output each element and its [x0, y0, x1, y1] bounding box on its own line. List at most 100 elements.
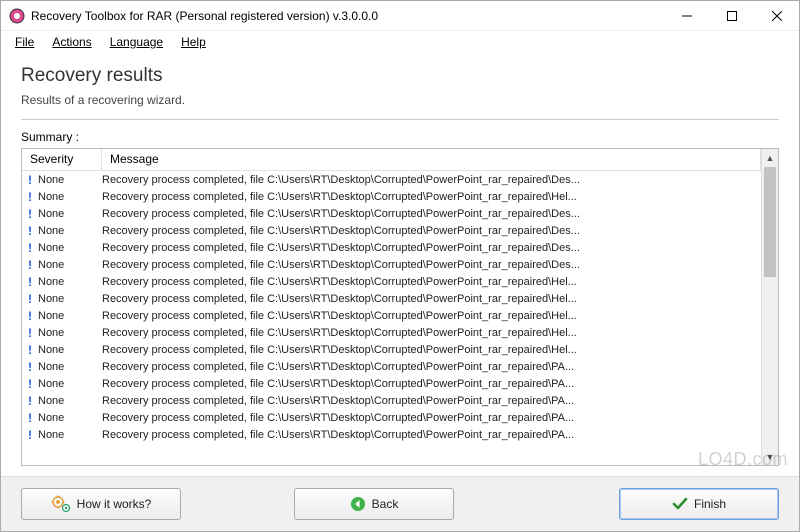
info-icon: !: [28, 258, 32, 272]
back-button[interactable]: Back: [294, 488, 454, 520]
severity-text: None: [38, 378, 64, 390]
message-cell: Recovery process completed, file C:\User…: [102, 225, 761, 237]
table-row[interactable]: ! None Recovery process completed, file C:…: [22, 171, 761, 188]
info-icon: !: [28, 207, 32, 221]
table-row[interactable]: ! None Recovery process completed, file C:…: [22, 375, 761, 392]
scroll-up-arrow[interactable]: ▲: [762, 149, 778, 166]
table-row[interactable]: !NoneRecovery process completed, file C:…: [22, 358, 761, 375]
divider: [21, 119, 779, 120]
info-icon: !: [28, 292, 32, 306]
severity-text: None: [38, 242, 64, 254]
severity-text: None: [38, 225, 64, 237]
check-icon: [672, 496, 688, 512]
severity-cell: ! None: [22, 190, 102, 204]
table-header: Severity Message: [22, 149, 761, 171]
menu-language[interactable]: Language: [102, 33, 171, 51]
severity-cell: !None: [22, 292, 102, 306]
button-bar: How it works? Back Finish: [1, 476, 799, 531]
table-row[interactable]: ! None Recovery process completed, file C:…: [22, 188, 761, 205]
results-table: Severity Message ! None Recovery process c…: [21, 148, 779, 466]
menu-file[interactable]: File: [7, 33, 42, 51]
message-cell: Recovery process completed, file C:\User…: [102, 259, 761, 271]
menu-help[interactable]: Help: [173, 33, 214, 51]
table-row[interactable]: !NoneRecovery process completed, file C:…: [22, 307, 761, 324]
severity-cell: !None: [22, 360, 102, 374]
message-cell: Recovery process completed, file C:\User…: [102, 378, 761, 390]
menu-actions[interactable]: Actions: [44, 33, 99, 51]
info-icon: !: [28, 394, 32, 408]
message-cell: Recovery process completed, file C:\User…: [102, 293, 761, 305]
column-severity[interactable]: Severity: [22, 149, 102, 170]
scroll-down-arrow[interactable]: ▼: [762, 448, 778, 465]
message-cell: Recovery process completed, file C:\User…: [102, 208, 761, 220]
severity-cell: ! None: [22, 343, 102, 357]
severity-text: None: [38, 259, 64, 271]
info-icon: !: [28, 241, 32, 255]
back-arrow-icon: [350, 496, 366, 512]
how-it-works-button[interactable]: How it works?: [21, 488, 181, 520]
message-cell: Recovery process completed, file C:\User…: [102, 395, 761, 407]
page-subtitle: Results of a recovering wizard.: [21, 93, 779, 107]
info-icon: !: [28, 411, 32, 425]
severity-text: None: [38, 395, 64, 407]
severity-cell: ! None: [22, 275, 102, 289]
table-row[interactable]: ! None Recovery process completed, file C:…: [22, 273, 761, 290]
window-frame: Recovery Toolbox for RAR (Personal regis…: [0, 0, 800, 532]
maximize-button[interactable]: [709, 1, 754, 30]
window-controls: [664, 1, 799, 30]
severity-text: None: [38, 412, 64, 424]
severity-text: None: [38, 276, 64, 288]
vertical-scrollbar[interactable]: ▲ ▼: [761, 149, 778, 465]
titlebar[interactable]: Recovery Toolbox for RAR (Personal regis…: [1, 1, 799, 31]
summary-label: Summary :: [21, 130, 779, 144]
close-button[interactable]: [754, 1, 799, 30]
table-row[interactable]: ! None Recovery process completed, file C:…: [22, 341, 761, 358]
table-row[interactable]: ! None Recovery process completed, file C:…: [22, 239, 761, 256]
message-cell: Recovery process completed, file C:\User…: [102, 361, 761, 373]
message-cell: Recovery process completed, file C:\User…: [102, 191, 761, 203]
severity-text: None: [38, 191, 64, 203]
message-cell: Recovery process completed, file C:\User…: [102, 174, 761, 186]
content-area: Recovery results Results of a recovering…: [1, 53, 799, 466]
message-cell: Recovery process completed, file C:\User…: [102, 276, 761, 288]
table-row[interactable]: ! None Recovery process completed, file C:…: [22, 205, 761, 222]
severity-cell: ! None: [22, 224, 102, 238]
info-icon: !: [28, 360, 32, 374]
table-row[interactable]: !NoneRecovery process completed, file C:…: [22, 290, 761, 307]
info-icon: !: [28, 275, 32, 289]
back-label: Back: [372, 497, 399, 511]
severity-cell: ! None: [22, 173, 102, 187]
minimize-button[interactable]: [664, 1, 709, 30]
table-row[interactable]: ! None Recovery process completed, file C:…: [22, 222, 761, 239]
message-cell: Recovery process completed, file C:\User…: [102, 242, 761, 254]
table-rows: ! None Recovery process completed, file C:…: [22, 171, 761, 443]
severity-text: None: [38, 344, 64, 356]
table-row[interactable]: ! None Recovery process completed, file C:…: [22, 409, 761, 426]
page-title: Recovery results: [21, 65, 779, 87]
info-icon: !: [28, 190, 32, 204]
severity-cell: !None: [22, 326, 102, 340]
message-cell: Recovery process completed, file C:\User…: [102, 327, 761, 339]
scroll-thumb[interactable]: [764, 167, 776, 277]
window-title: Recovery Toolbox for RAR (Personal regis…: [31, 9, 664, 23]
severity-text: None: [38, 208, 64, 220]
info-icon: !: [28, 377, 32, 391]
table-row[interactable]: !NoneRecovery process completed, file C:…: [22, 426, 761, 443]
info-icon: !: [28, 224, 32, 238]
finish-button[interactable]: Finish: [619, 488, 779, 520]
info-icon: !: [28, 343, 32, 357]
menubar: File Actions Language Help: [1, 31, 799, 53]
message-cell: Recovery process completed, file C:\User…: [102, 310, 761, 322]
severity-cell: ! None: [22, 377, 102, 391]
message-cell: Recovery process completed, file C:\User…: [102, 412, 761, 424]
info-icon: !: [28, 173, 32, 187]
severity-text: None: [38, 174, 64, 186]
severity-text: None: [38, 429, 64, 441]
severity-text: None: [38, 327, 64, 339]
table-row[interactable]: ! None Recovery process completed, file C:…: [22, 256, 761, 273]
table-row[interactable]: !NoneRecovery process completed, file C:…: [22, 324, 761, 341]
severity-text: None: [38, 310, 64, 322]
column-message[interactable]: Message: [102, 149, 761, 170]
table-row[interactable]: ! None Recovery process completed, file C:…: [22, 392, 761, 409]
message-cell: Recovery process completed, file C:\User…: [102, 344, 761, 356]
